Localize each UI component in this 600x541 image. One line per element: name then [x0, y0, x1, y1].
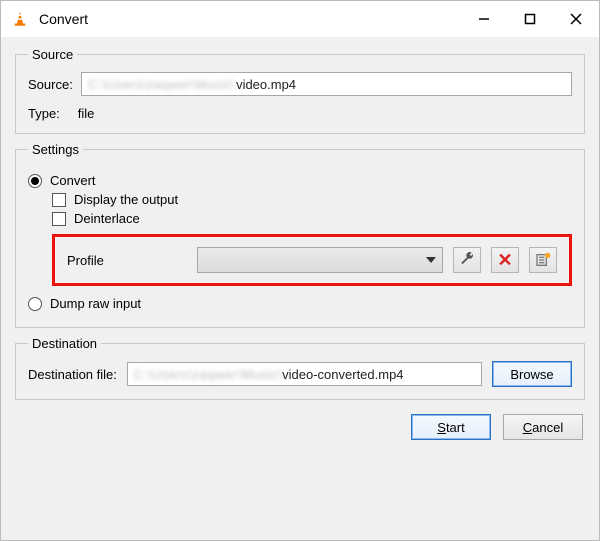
deinterlace-checkbox[interactable]: Deinterlace	[52, 211, 572, 226]
destination-path-visible: video-converted.mp4	[282, 367, 403, 382]
source-label: Source:	[28, 77, 73, 92]
new-list-icon	[535, 252, 551, 268]
new-profile-button[interactable]	[529, 247, 557, 273]
type-label: Type:	[28, 106, 60, 121]
minimize-icon	[478, 13, 490, 25]
dump-raw-radio[interactable]: Dump raw input	[28, 296, 572, 311]
close-button[interactable]	[553, 1, 599, 37]
cancel-button[interactable]: Cancel	[503, 414, 583, 440]
destination-path-hidden: C:\Users\zaqwer\Music\	[134, 367, 282, 382]
radio-checked-icon	[28, 174, 42, 188]
type-value: file	[78, 106, 95, 121]
delete-profile-button[interactable]: ✕	[491, 247, 519, 273]
source-path-visible: video.mp4	[236, 77, 296, 92]
destination-legend: Destination	[28, 336, 101, 351]
minimize-button[interactable]	[461, 1, 507, 37]
browse-button-label: Browse	[510, 367, 553, 382]
browse-button[interactable]: Browse	[492, 361, 572, 387]
destination-group: Destination Destination file: C:\Users\z…	[15, 336, 585, 400]
cancel-button-label: Cancel	[523, 420, 563, 435]
profile-label: Profile	[67, 253, 187, 268]
convert-radio[interactable]: Convert	[28, 173, 572, 188]
deinterlace-label: Deinterlace	[74, 211, 140, 226]
display-output-checkbox[interactable]: Display the output	[52, 192, 572, 207]
edit-profile-button[interactable]	[453, 247, 481, 273]
settings-group: Settings Convert Display the output Dein…	[15, 142, 585, 328]
start-button-label: Start	[437, 420, 464, 435]
source-input[interactable]: C:\Users\zaqwer\Music\video.mp4	[81, 72, 572, 96]
dialog-body: Source Source: C:\Users\zaqwer\Music\vid…	[1, 37, 599, 540]
maximize-icon	[524, 13, 536, 25]
source-path-hidden: C:\Users\zaqwer\Music\	[88, 77, 236, 92]
maximize-button[interactable]	[507, 1, 553, 37]
profile-dropdown[interactable]	[197, 247, 443, 273]
wrench-icon	[459, 252, 475, 268]
titlebar: Convert	[1, 1, 599, 37]
convert-radio-label: Convert	[50, 173, 96, 188]
checkbox-unchecked-icon	[52, 193, 66, 207]
source-legend: Source	[28, 47, 77, 62]
destination-input[interactable]: C:\Users\zaqwer\Music\video-converted.mp…	[127, 362, 482, 386]
checkbox-unchecked-icon	[52, 212, 66, 226]
source-group: Source Source: C:\Users\zaqwer\Music\vid…	[15, 47, 585, 134]
profile-row-highlight: Profile ✕	[52, 234, 572, 286]
window-title: Convert	[39, 11, 461, 27]
close-icon	[570, 13, 582, 25]
start-button[interactable]: Start	[411, 414, 491, 440]
destination-label: Destination file:	[28, 367, 117, 382]
radio-unchecked-icon	[28, 297, 42, 311]
dump-raw-label: Dump raw input	[50, 296, 141, 311]
dialog-footer: Start Cancel	[15, 408, 585, 440]
delete-x-icon: ✕	[497, 251, 512, 269]
settings-legend: Settings	[28, 142, 83, 157]
convert-dialog: Convert Source Source: C:\Users\zaqwer\M…	[0, 0, 600, 541]
display-output-label: Display the output	[74, 192, 178, 207]
vlc-cone-icon	[11, 10, 29, 28]
chevron-down-icon	[426, 257, 436, 263]
